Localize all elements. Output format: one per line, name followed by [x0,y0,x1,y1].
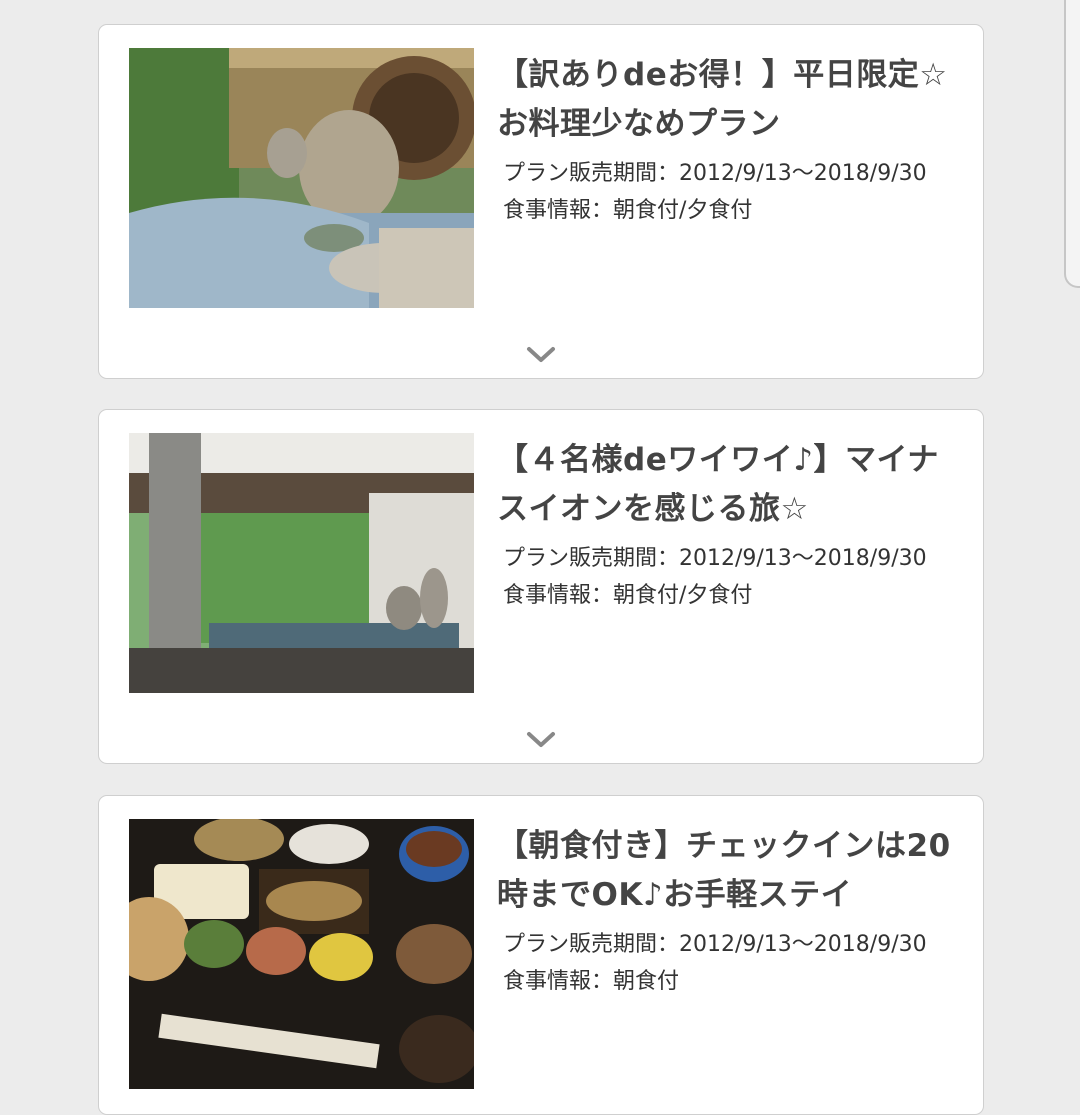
outdoor-bath-photo-icon[interactable] [129,48,474,308]
plan-title[interactable]: 【４名様deワイワイ♪】マイナスイオンを感じる旅☆ [497,436,967,534]
plan-title[interactable]: 【朝食付き】チェックインは20時までOK♪お手軽ステイ [497,822,967,920]
plan-card[interactable]: 【４名様deワイワイ♪】マイナスイオンを感じる旅☆ プラン販売期間：2012/9… [98,409,984,764]
scrollbar-edge[interactable] [1064,0,1080,288]
meal-info: 食事情報：朝食付/夕食付 [503,198,753,223]
chevron-down-icon[interactable] [526,346,556,364]
sale-period: プラン販売期間：2012/9/13〜2018/9/30 [503,932,927,957]
sale-period: プラン販売期間：2012/9/13〜2018/9/30 [503,546,927,571]
breakfast-photo-icon[interactable] [129,819,474,1089]
meal-info: 食事情報：朝食付 [503,969,680,994]
plan-title[interactable]: 【訳ありdeお得！】平日限定☆お料理少なめプラン [497,51,967,149]
sale-period: プラン販売期間：2012/9/13〜2018/9/30 [503,161,927,186]
plan-card[interactable]: 【朝食付き】チェックインは20時までOK♪お手軽ステイ プラン販売期間：2012… [98,795,984,1115]
plan-card[interactable]: 【訳ありdeお得！】平日限定☆お料理少なめプラン プラン販売期間：2012/9/… [98,24,984,379]
indoor-bath-photo-icon[interactable] [129,433,474,693]
chevron-down-icon[interactable] [526,731,556,749]
meal-info: 食事情報：朝食付/夕食付 [503,583,753,608]
